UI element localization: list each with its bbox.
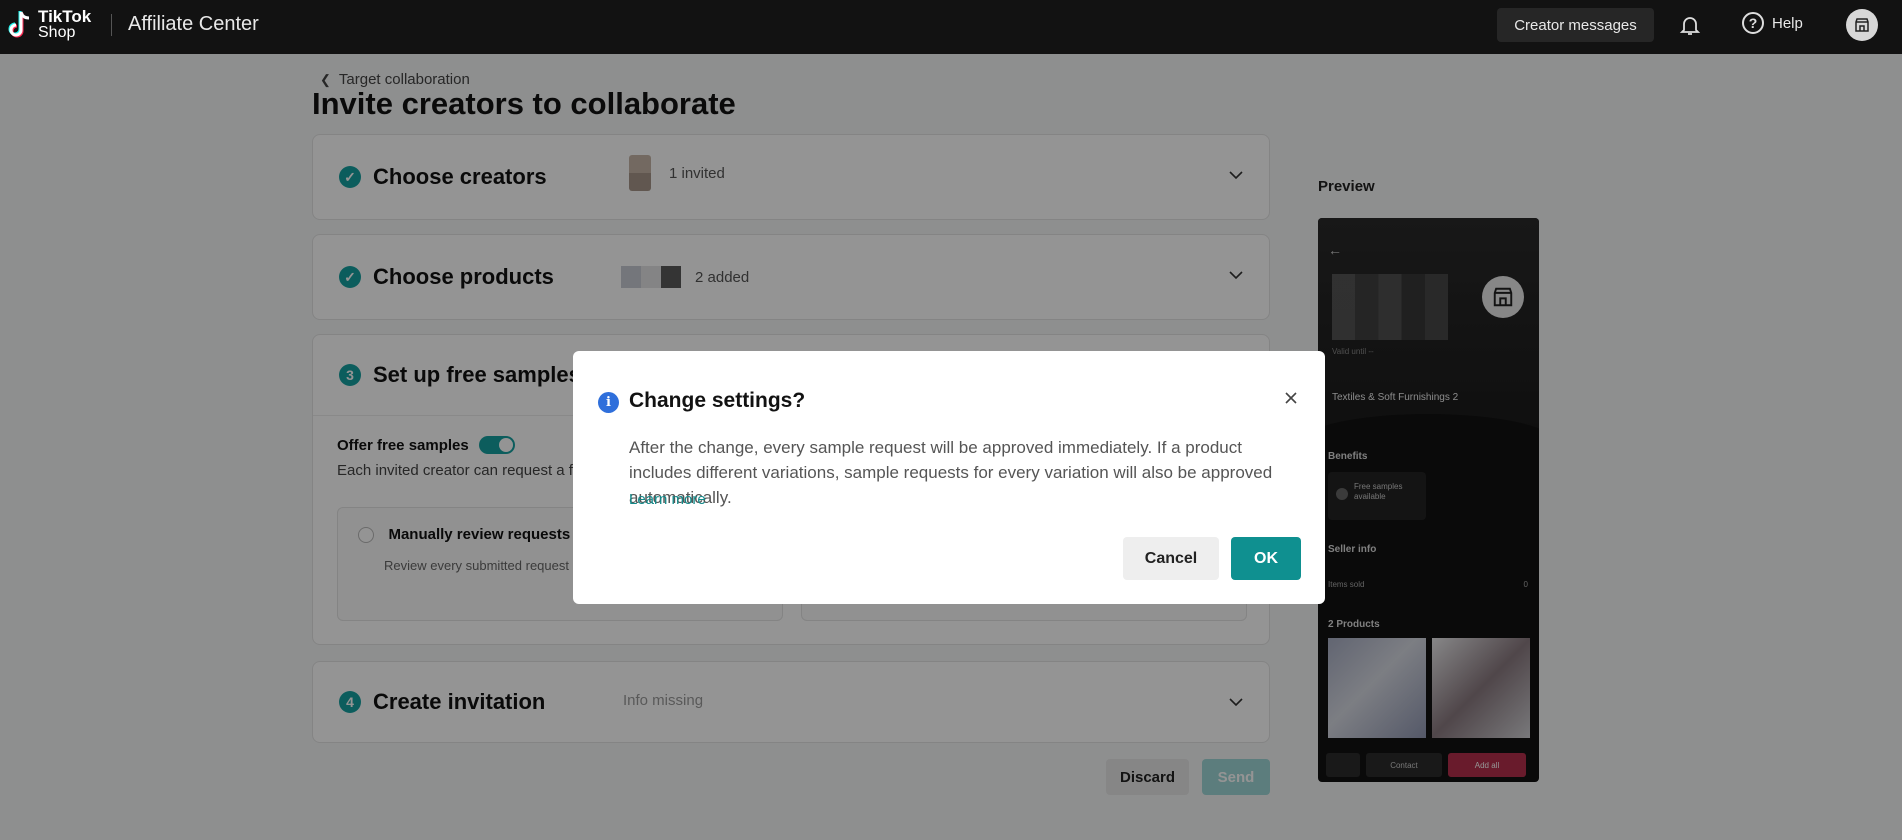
change-settings-dialog: i Change settings? After the change, eve…	[573, 351, 1325, 604]
app-title: Affiliate Center	[128, 13, 259, 35]
logo-text: TikTok Shop	[38, 7, 92, 41]
help-label: Help	[1772, 14, 1803, 32]
avatar[interactable]	[1846, 9, 1878, 41]
bell-icon[interactable]	[1678, 13, 1702, 37]
ok-button[interactable]: OK	[1231, 537, 1301, 580]
help-icon: ?	[1742, 12, 1764, 34]
learn-more-link[interactable]: Learn more	[629, 491, 706, 508]
logo-line-1: TikTok	[38, 7, 92, 26]
close-icon[interactable]	[1281, 388, 1301, 408]
logo-line-2: Shop	[38, 24, 76, 41]
creator-messages-button[interactable]: Creator messages	[1497, 8, 1654, 42]
top-bar: TikTok Shop Affiliate Center Creator mes…	[0, 0, 1902, 54]
info-icon: i	[598, 392, 619, 413]
help-button[interactable]: ? Help	[1742, 12, 1803, 34]
cancel-button[interactable]: Cancel	[1123, 537, 1219, 580]
dialog-title: Change settings?	[629, 389, 806, 412]
tiktok-logo-icon	[8, 11, 30, 38]
store-icon	[1855, 18, 1869, 32]
tiktok-shop-logo[interactable]: TikTok Shop	[6, 5, 96, 45]
divider	[111, 14, 112, 36]
dialog-body: After the change, every sample request w…	[629, 438, 1273, 507]
